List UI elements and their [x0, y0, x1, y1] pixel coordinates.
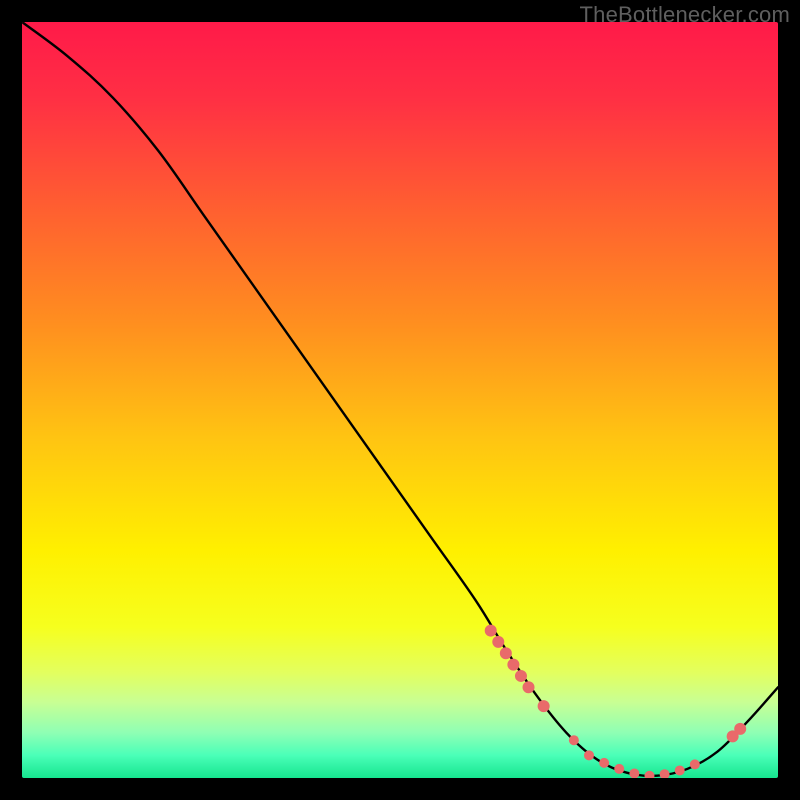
marker-dot	[569, 735, 579, 745]
marker-dot	[614, 764, 624, 774]
marker-dot	[734, 723, 746, 735]
marker-group	[485, 625, 746, 778]
marker-dot	[599, 758, 609, 768]
marker-dot	[690, 759, 700, 769]
marker-dot	[523, 681, 535, 693]
marker-dot	[515, 670, 527, 682]
marker-dot	[660, 769, 670, 778]
chart-svg	[22, 22, 778, 778]
watermark-text: TheBottlenecker.com	[580, 2, 790, 28]
marker-dot	[584, 750, 594, 760]
marker-dot	[507, 659, 519, 671]
marker-dot	[492, 636, 504, 648]
chart-frame: TheBottlenecker.com	[0, 0, 800, 800]
marker-dot	[675, 765, 685, 775]
marker-dot	[500, 647, 512, 659]
marker-dot	[485, 625, 497, 637]
bottleneck-curve-line	[22, 22, 778, 776]
plot-area	[22, 22, 778, 778]
marker-dot	[538, 700, 550, 712]
marker-dot	[629, 768, 639, 778]
marker-dot	[644, 771, 654, 778]
